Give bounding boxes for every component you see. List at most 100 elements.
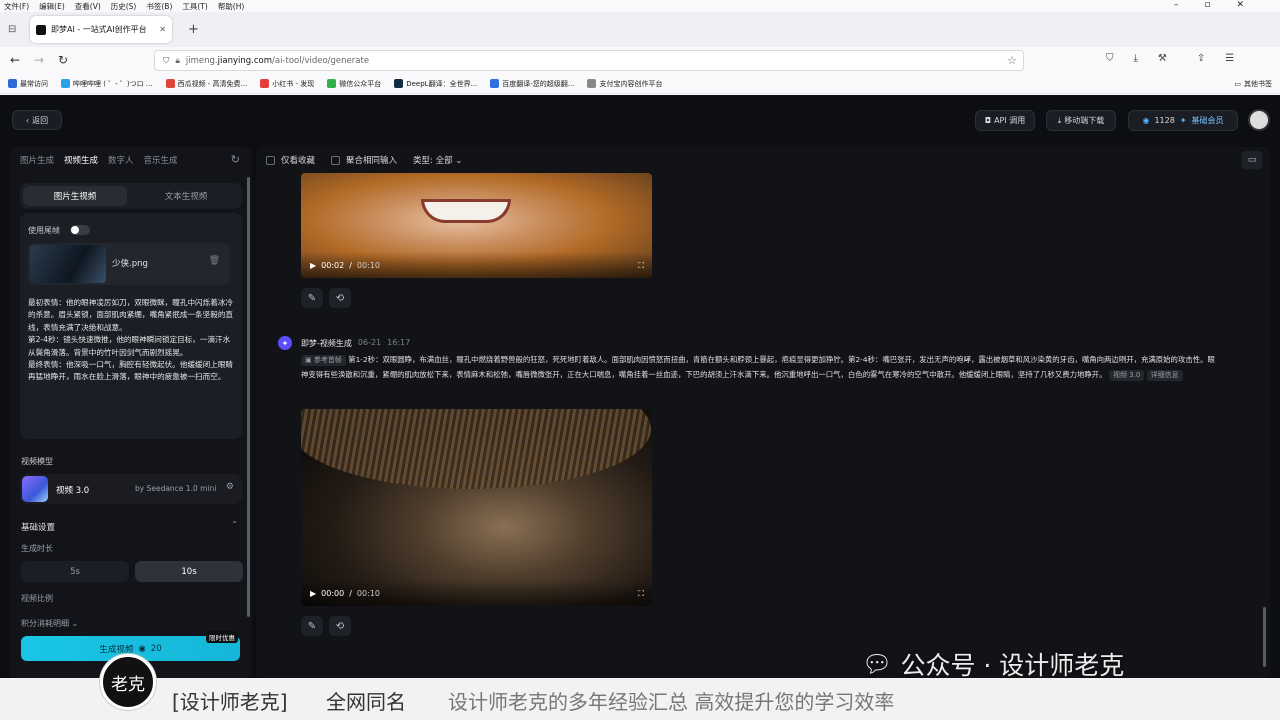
- points-detail-link[interactable]: 积分消耗明细 ⌄: [21, 618, 78, 629]
- url-text: jimeng.jianying.com/ai-tool/video/genera…: [185, 55, 370, 66]
- star-icon[interactable]: ☆: [1007, 54, 1017, 67]
- last-frame-toggle[interactable]: [70, 225, 90, 235]
- share-icon[interactable]: ⇪: [1197, 53, 1205, 64]
- menu-file[interactable]: 文件(F): [4, 1, 29, 12]
- settings-sliders-icon[interactable]: ⚙: [226, 482, 234, 492]
- play-icon[interactable]: ▶: [310, 261, 316, 270]
- trash-icon[interactable]: 🗑︎: [209, 256, 220, 266]
- ratio-label: 视频比例: [21, 594, 53, 603]
- video-player-2[interactable]: ▶ 00:00 / 00:10 ⛶: [301, 409, 652, 606]
- bookmark-item[interactable]: 哔哩哔哩 ( ゜- ゜)つロ ...: [61, 79, 153, 89]
- menu-edit[interactable]: 编辑(E): [39, 1, 65, 12]
- edit-button-2[interactable]: ✎: [301, 616, 323, 636]
- browser-tab[interactable]: 即梦AI - 一站式AI创作平台 ✕: [30, 16, 172, 43]
- file-name: 少侠.png: [112, 259, 148, 269]
- tab-video-gen[interactable]: 视频生成: [64, 154, 98, 166]
- tab-digital-human[interactable]: 数字人: [108, 154, 134, 166]
- tab-music-gen[interactable]: 音乐生成: [144, 154, 178, 166]
- pencil-icon: ✎: [307, 620, 317, 632]
- menu-tools[interactable]: 工具(T): [182, 1, 207, 12]
- chevron-up-icon[interactable]: ⌃: [231, 520, 238, 529]
- reload-icon[interactable]: ↻: [58, 53, 68, 67]
- uploaded-file[interactable]: 少侠.png 🗑︎: [28, 243, 230, 285]
- fullscreen-icon[interactable]: ⛶: [638, 589, 644, 599]
- reference-frame-tag[interactable]: ▣ 参考首帧: [301, 355, 346, 366]
- type-filter-dropdown[interactable]: 类型: 全部 ⌄: [413, 154, 462, 166]
- bookmark-item[interactable]: 微信公众平台: [327, 79, 381, 89]
- close-tab-icon[interactable]: ✕: [159, 25, 166, 34]
- other-bookmarks[interactable]: ▭ 其他书签: [1234, 79, 1272, 89]
- shield-icon: ⛉: [163, 55, 170, 66]
- left-scrollbar[interactable]: [247, 177, 250, 617]
- model-name: 视频 3.0: [56, 486, 90, 496]
- bookmarks-bar: 最常访问 哔哩哔哩 ( ゜- ゜)つロ ... 西瓜视频 - 高清免费... 小红书 …: [0, 74, 1280, 94]
- model-selector[interactable]: 视频 3.0 by Seedance 1.0 mini ⚙: [20, 474, 242, 504]
- pencil-icon: ✎: [307, 292, 317, 304]
- duration-5s[interactable]: 5s: [21, 561, 129, 582]
- results-scrollbar[interactable]: [1263, 607, 1266, 667]
- video-2-current-time: 00:00: [321, 588, 345, 598]
- bookmark-favicon-icon: [394, 79, 404, 88]
- mode-image-to-video[interactable]: 图片生视频: [23, 186, 127, 206]
- mobile-download-button[interactable]: ⤓ 移动端下载: [1046, 110, 1116, 131]
- refresh-icon[interactable]: ↻: [231, 153, 240, 166]
- duration-label: 生成时长: [21, 544, 53, 553]
- prompt-text[interactable]: 最初表情：他的眼神凌厉如刀，双眼微眯，瞳孔中闪烁着冰冷的杀意。眉头紧锁，面部肌肉…: [28, 297, 234, 384]
- membership-button[interactable]: ◉ 1128 ✦ 基础会员: [1128, 110, 1238, 131]
- edit-button-1[interactable]: ✎: [301, 288, 323, 308]
- back-arrow-icon[interactable]: ←: [10, 53, 20, 67]
- menu-view[interactable]: 查看(V): [75, 1, 101, 12]
- window-controls[interactable]: –▫✕: [1174, 0, 1270, 10]
- menu-history[interactable]: 历史(S): [111, 1, 137, 12]
- tab-image-gen[interactable]: 图片生成: [20, 154, 54, 166]
- bookmark-item[interactable]: DeepL翻译：全世界...: [394, 79, 477, 89]
- input-card: 使用尾帧 少侠.png 🗑︎ 最初表情：他的眼神凌厉如刀，双眼微眯，瞳孔中闪烁着…: [20, 213, 242, 439]
- model-label: 视频模型: [21, 457, 53, 466]
- video-frame-straw-hat: [301, 409, 651, 489]
- back-button[interactable]: ‹ 返回: [12, 110, 62, 130]
- detail-info-link[interactable]: 详细信息: [1146, 369, 1183, 381]
- regenerate-button-2[interactable]: ⟲: [329, 616, 351, 636]
- mode-text-to-video[interactable]: 文本生视频: [134, 186, 238, 206]
- tab-list-icon[interactable]: ⊟: [8, 24, 16, 35]
- api-button[interactable]: ◘ API 调用: [975, 110, 1035, 131]
- merge-inputs-checkbox[interactable]: [331, 155, 341, 165]
- bookmark-item[interactable]: 支付宝内容创作平台: [587, 79, 662, 89]
- bookmark-item[interactable]: 小红书 - 发现: [260, 79, 314, 89]
- message-time: 16:17: [387, 338, 411, 347]
- bookmark-item[interactable]: 最常访问: [8, 79, 48, 89]
- limited-offer-badge: 限时优惠: [206, 631, 238, 643]
- other-bookmarks-label: 其他书签: [1244, 79, 1272, 88]
- bookmark-favicon-icon: [61, 79, 70, 88]
- only-favorites-checkbox[interactable]: [266, 155, 275, 165]
- sparkle-icon: ✦: [1179, 116, 1187, 125]
- fullscreen-icon[interactable]: ⛶: [638, 261, 644, 271]
- slogan-text: 设计师老克的多年经验汇总 高效提升您的学习效率: [448, 690, 895, 714]
- regenerate-button-1[interactable]: ⟲: [329, 288, 351, 308]
- avatar[interactable]: [1248, 109, 1270, 131]
- menu-bookmarks[interactable]: 书签(B): [146, 1, 172, 12]
- download-icon[interactable]: ⤓: [1134, 53, 1138, 64]
- duration-10s[interactable]: 10s: [135, 561, 243, 582]
- video-player-1[interactable]: ▶ 00:02 / 00:10 ⛶: [301, 173, 652, 278]
- bookmark-item[interactable]: 百度翻译-您的超级翻...: [490, 79, 574, 89]
- member-label: 基础会员: [1191, 116, 1224, 125]
- folder-icon[interactable]: ▭: [1242, 151, 1262, 169]
- forward-arrow-icon[interactable]: →: [34, 53, 44, 67]
- bookmark-label: 微信公众平台: [339, 79, 382, 88]
- chevron-left-icon: ‹: [25, 115, 30, 125]
- address-bar[interactable]: ⛉ 🔒︎ jimeng.jianying.com/ai-tool/video/g…: [154, 50, 1024, 71]
- menu-help[interactable]: 帮助(H): [218, 1, 245, 12]
- play-icon[interactable]: ▶: [310, 589, 316, 598]
- bookmark-item[interactable]: 西瓜视频 - 高清免费...: [165, 79, 247, 89]
- app-menu-icon[interactable]: ☰: [1225, 53, 1234, 64]
- model-by: by Seedance 1.0 mini: [135, 484, 217, 493]
- mode-switch: 图片生视频 文本生视频: [20, 183, 242, 209]
- pocket-icon[interactable]: ⛉: [1106, 53, 1114, 64]
- wechat-icon: 💬︎: [862, 650, 893, 678]
- subtitle-bar: [设计师老克] 全网同名 设计师老克的多年经验汇总 高效提升您的学习效率: [0, 678, 1280, 720]
- bookmark-favicon-icon: [165, 79, 175, 88]
- bookmark-label: DeepL翻译：全世界...: [406, 79, 478, 88]
- new-tab-icon[interactable]: +: [188, 22, 199, 37]
- extension-icon[interactable]: ⚒: [1158, 53, 1167, 64]
